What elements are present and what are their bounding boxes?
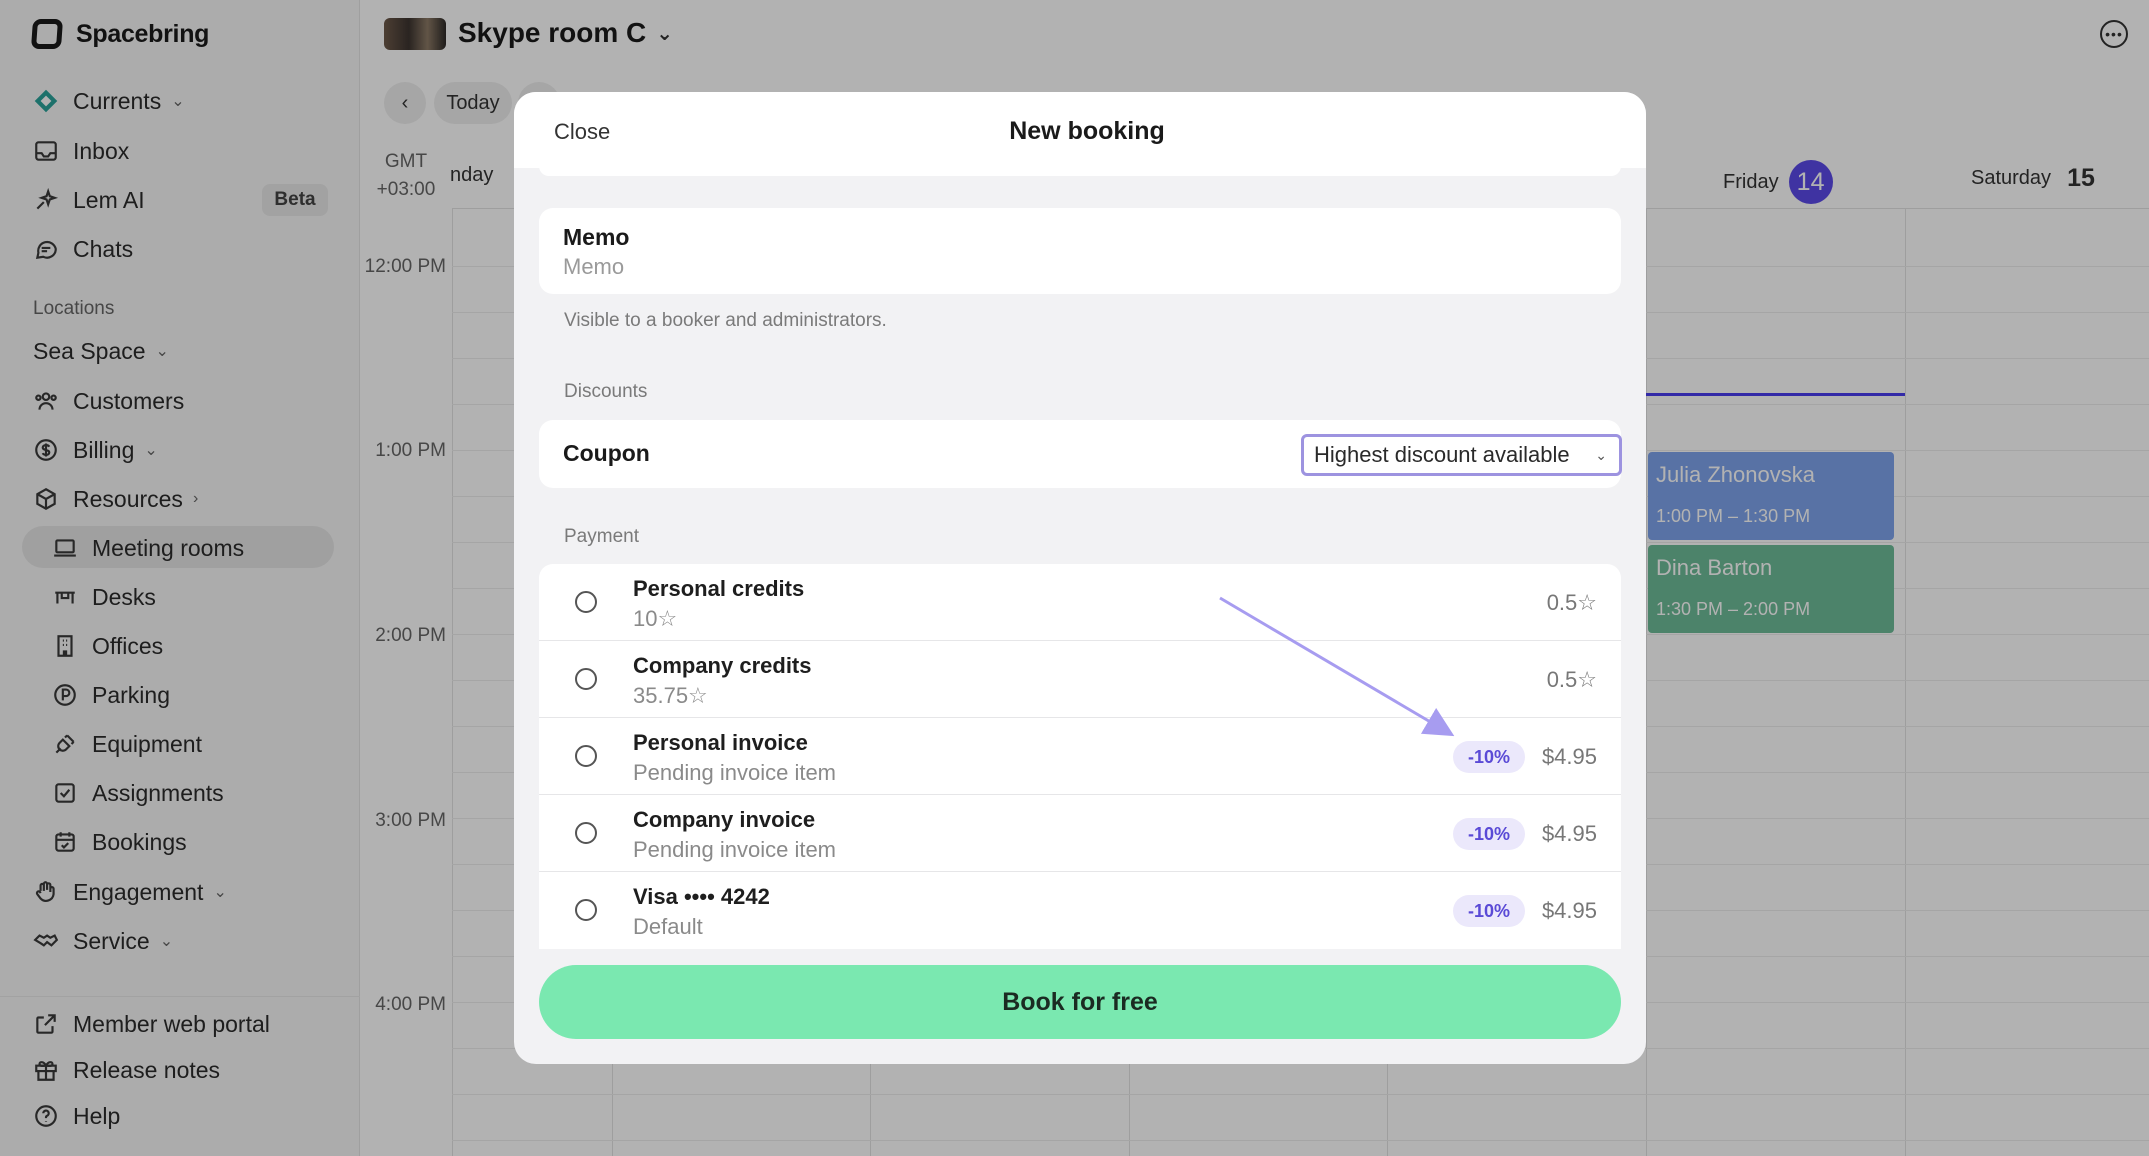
payment-option-subtitle: 35.75☆ [633,683,708,708]
payment-option-company-invoice[interactable]: Company invoice Pending invoice item -10… [539,795,1621,872]
radio-button[interactable] [575,745,597,767]
payment-section-label: Payment [564,526,639,547]
payment-option-price: $4.95 [1541,744,1597,769]
memo-card: Memo [539,208,1621,294]
new-booking-modal: Close New booking Memo Visible to a book… [514,92,1646,1064]
previous-card-edge [539,166,1621,176]
discount-badge: -10% [1453,818,1525,850]
payment-option-personal-invoice[interactable]: Personal invoice Pending invoice item -1… [539,718,1621,795]
coupon-value: Highest discount available [1314,442,1570,467]
coupon-select[interactable]: Highest discount available ⌄ [1301,434,1622,476]
radio-button[interactable] [575,591,597,613]
payment-option-title: Company invoice [633,807,816,832]
payment-option-visa[interactable]: Visa •••• 4242 Default -10% $4.95 [539,872,1621,949]
modal-header: Close New booking [514,92,1646,168]
discounts-section-label: Discounts [564,381,648,402]
discount-badge: -10% [1453,741,1525,773]
payment-option-company-credits[interactable]: Company credits 35.75☆ 0.5☆ [539,641,1621,718]
payment-option-title: Personal invoice [633,730,808,755]
payment-option-price: 0.5☆ [1546,590,1597,615]
payment-option-subtitle: 10☆ [633,606,678,631]
chevron-down-icon: ⌄ [1595,446,1607,463]
payment-option-price: 0.5☆ [1546,667,1597,692]
radio-button[interactable] [575,822,597,844]
payment-option-subtitle: Default [633,914,703,939]
book-for-free-button[interactable]: Book for free [539,965,1621,1039]
discount-badge: -10% [1453,895,1525,927]
radio-button[interactable] [575,899,597,921]
coupon-card: Coupon Highest discount available ⌄ [539,420,1622,488]
payment-option-title: Personal credits [633,576,805,601]
coupon-label: Coupon [563,440,650,466]
modal-title: New booking [1009,117,1165,145]
payment-option-price: $4.95 [1541,898,1597,923]
memo-label: Memo [563,224,630,250]
payment-option-title: Company credits [633,653,812,678]
memo-hint: Visible to a booker and administrators. [564,310,887,331]
payment-option-personal-credits[interactable]: Personal credits 10☆ 0.5☆ [539,564,1621,641]
payment-option-subtitle: Pending invoice item [633,837,837,862]
memo-input[interactable] [563,254,1263,280]
payment-option-title: Visa •••• 4242 [633,884,770,909]
radio-button[interactable] [575,668,597,690]
payment-options-list: Personal credits 10☆ 0.5☆ Company credit… [539,564,1621,949]
payment-option-price: $4.95 [1541,821,1597,846]
payment-option-subtitle: Pending invoice item [633,760,837,785]
